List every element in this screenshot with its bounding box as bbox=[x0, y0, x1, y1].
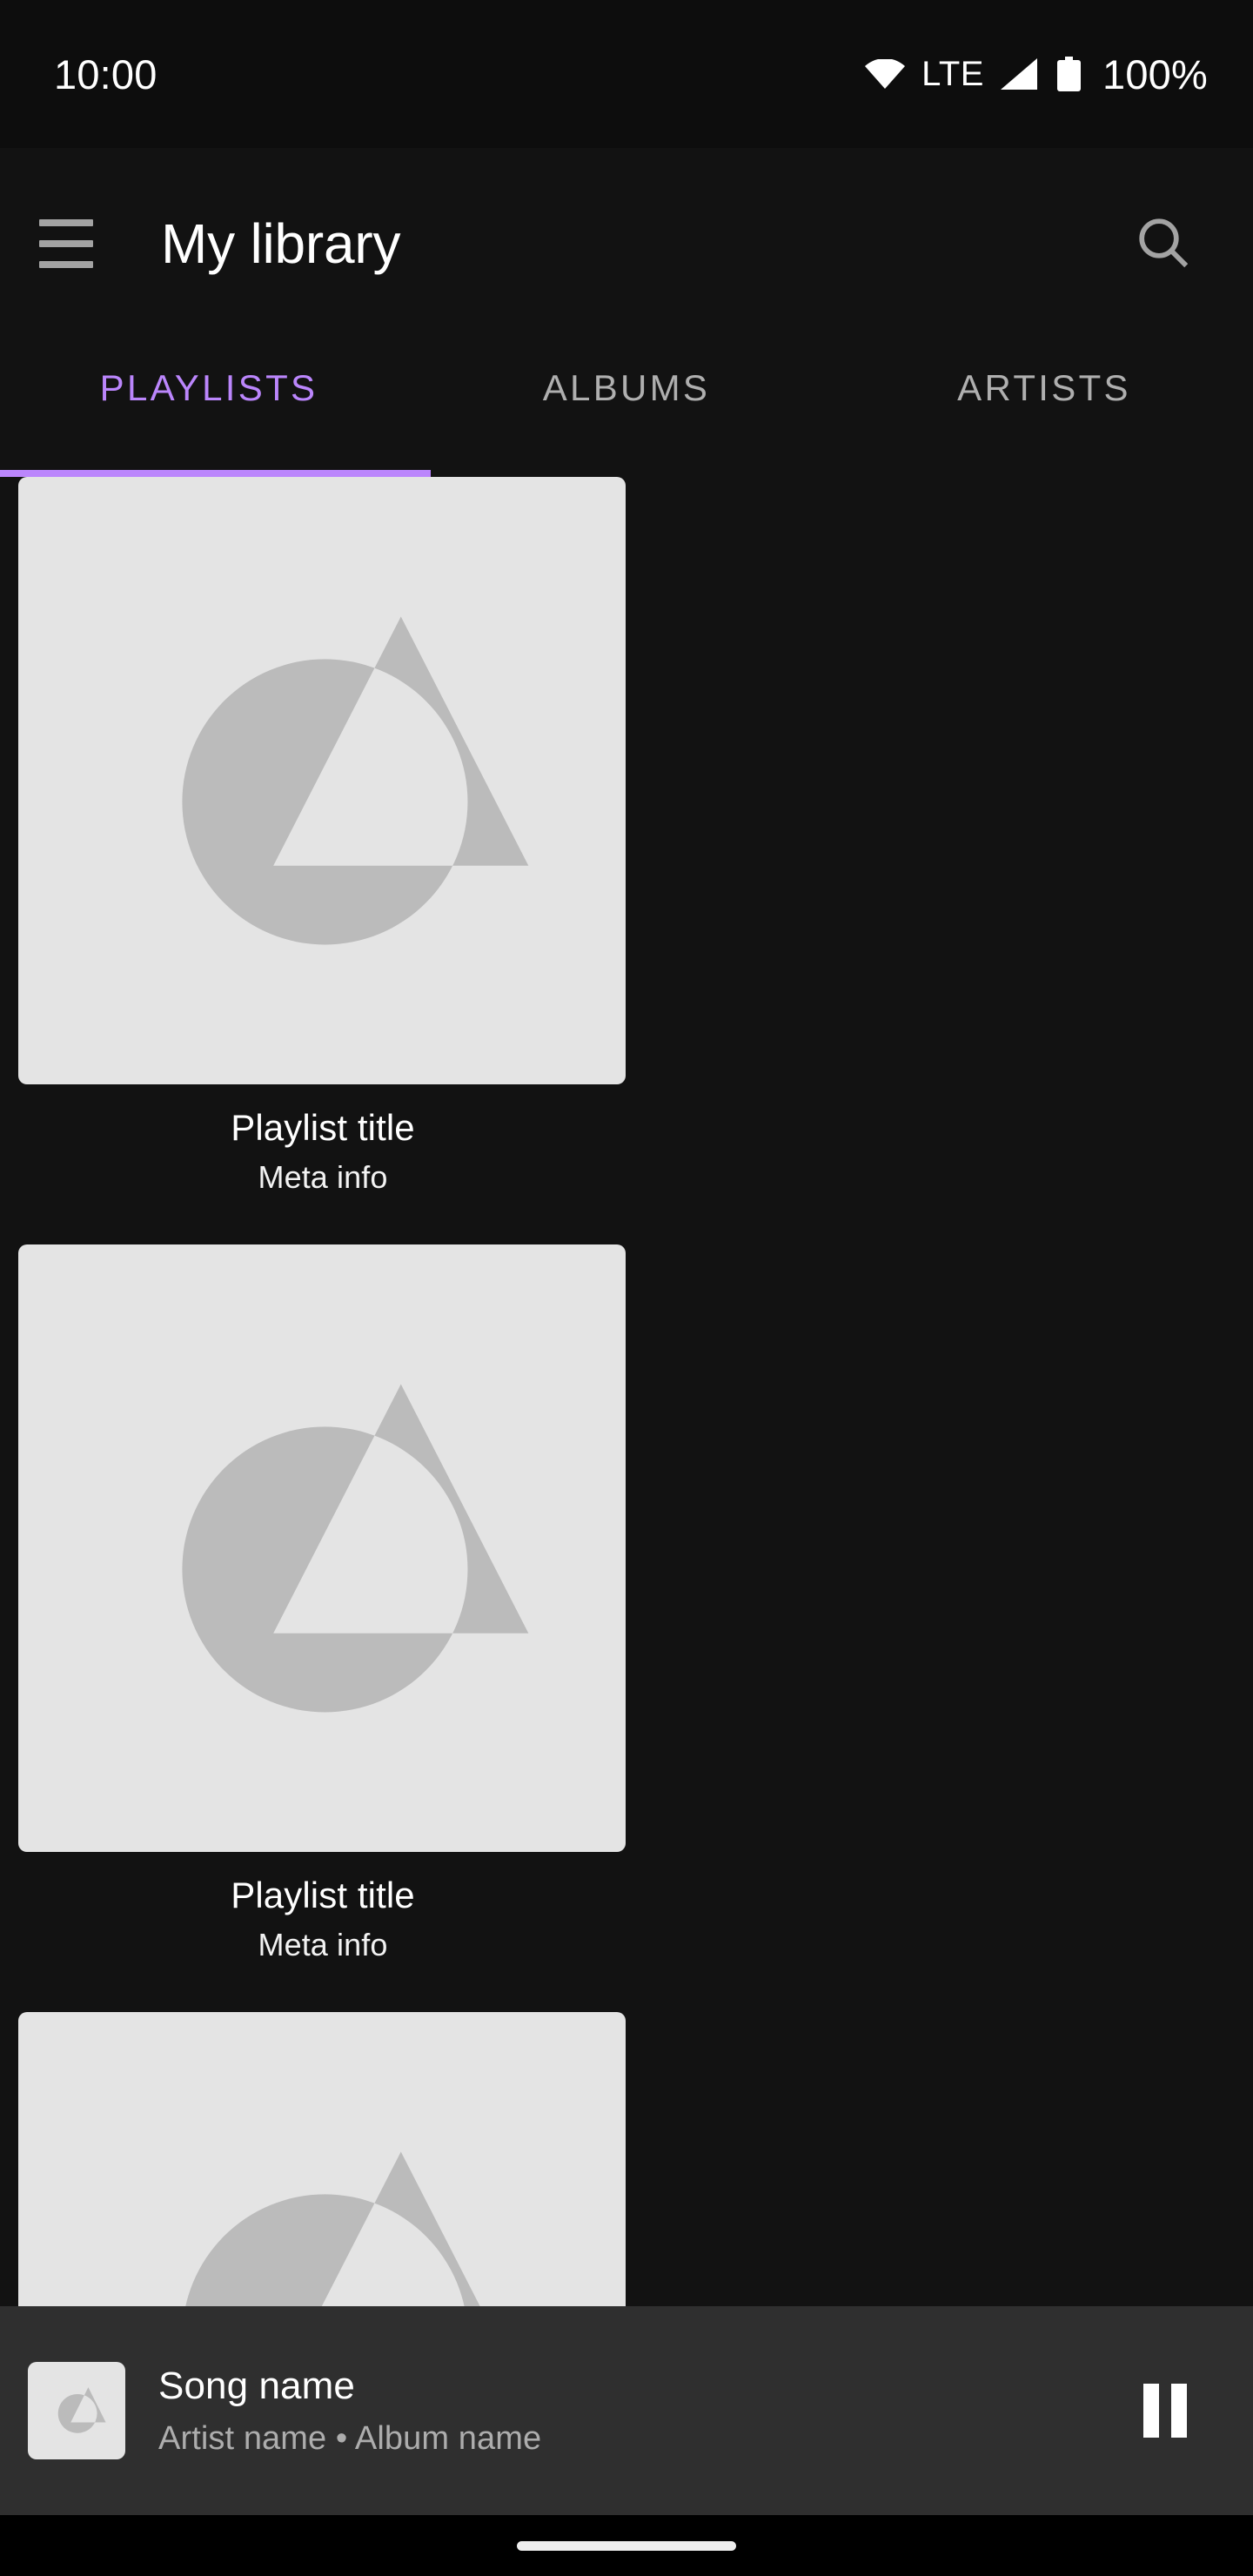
tab-bar: PLAYLISTS ALBUMS ARTISTS bbox=[0, 339, 1253, 477]
signal-icon bbox=[1000, 58, 1037, 90]
mini-player-song-title: Song name bbox=[158, 2364, 355, 2407]
battery-percent-label: 100% bbox=[1102, 50, 1208, 97]
playlist-card[interactable]: Playlist titleMeta info bbox=[18, 2012, 627, 2306]
mini-player-artwork bbox=[28, 2362, 125, 2459]
pause-bar-2 bbox=[1171, 2384, 1187, 2438]
tab-playlists-label: PLAYLISTS bbox=[99, 367, 318, 408]
status-bar: 10:00 LTE 100% bbox=[0, 0, 1253, 148]
search-icon[interactable] bbox=[1117, 197, 1211, 291]
app-bar: My library bbox=[0, 148, 1253, 339]
mini-player-info: Song name Artist name • Album name bbox=[158, 2365, 1117, 2458]
network-type-label: LTE bbox=[921, 54, 984, 93]
home-gesture-indicator[interactable] bbox=[517, 2540, 736, 2551]
hamburger-menu-icon[interactable] bbox=[24, 202, 108, 285]
system-navigation-bar bbox=[0, 2515, 1253, 2576]
menu-bar-3 bbox=[39, 261, 93, 268]
tab-active-indicator bbox=[0, 470, 431, 477]
menu-bar-1 bbox=[39, 219, 93, 226]
playlist-artwork[interactable] bbox=[18, 2012, 626, 2306]
wifi-icon bbox=[865, 58, 906, 89]
tab-playlists[interactable]: PLAYLISTS bbox=[0, 339, 418, 477]
mini-player-artist-album: Artist name • Album name bbox=[158, 2419, 542, 2457]
page-title: My library bbox=[161, 212, 401, 275]
pause-bar-1 bbox=[1143, 2384, 1159, 2438]
tab-albums-label: ALBUMS bbox=[542, 367, 711, 408]
playlist-artwork[interactable] bbox=[18, 1244, 626, 1852]
tab-artists[interactable]: ARTISTS bbox=[835, 339, 1253, 477]
status-bar-clock: 10:00 bbox=[54, 50, 157, 97]
playlist-card[interactable]: Playlist title Meta info bbox=[18, 1244, 627, 2012]
playlist-card-title: Playlist title bbox=[231, 1875, 415, 1915]
playlist-artwork[interactable] bbox=[18, 477, 626, 1084]
playlist-card-meta: Meta info bbox=[258, 1159, 388, 1195]
mini-player-bar[interactable]: Song name Artist name • Album name bbox=[0, 2306, 1253, 2515]
battery-icon bbox=[1056, 57, 1081, 91]
playlist-card[interactable]: Playlist title Meta info bbox=[18, 477, 627, 1244]
playlist-card-meta: Meta info bbox=[258, 1927, 388, 1962]
pause-icon[interactable] bbox=[1117, 2363, 1213, 2459]
tab-albums[interactable]: ALBUMS bbox=[418, 339, 835, 477]
playlist-grid[interactable]: Playlist title Meta info Playlist title Met… bbox=[0, 477, 1253, 2306]
tab-artists-label: ARTISTS bbox=[957, 367, 1131, 408]
menu-bar-2 bbox=[39, 240, 93, 247]
status-bar-indicators: LTE 100% bbox=[865, 50, 1208, 98]
playlist-card-title: Playlist title bbox=[231, 1107, 415, 1148]
